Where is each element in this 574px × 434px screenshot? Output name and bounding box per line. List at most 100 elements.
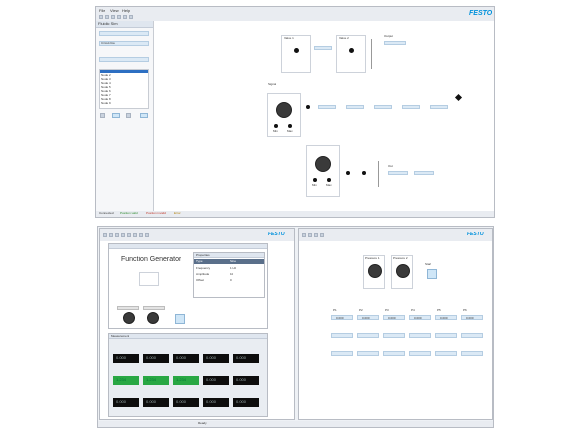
menu-view[interactable]: View: [110, 9, 119, 13]
output-field[interactable]: [384, 41, 406, 45]
lcd-value: 0.000: [116, 356, 127, 360]
port-max-icon[interactable]: [327, 178, 331, 182]
tool-icon[interactable]: [302, 233, 306, 237]
tool-icon[interactable]: [109, 233, 113, 237]
circuit-canvas[interactable]: Valve 1 Valve 2 Output Signal Min Max Mi…: [156, 21, 493, 213]
prop-value[interactable]: 0: [230, 279, 232, 282]
connector-icon[interactable]: [294, 48, 299, 53]
sidebar-tool-2[interactable]: [112, 113, 120, 118]
table-cell: [383, 333, 405, 338]
sidebar-field-1[interactable]: [99, 31, 149, 36]
lcd-readout: 0.000: [143, 354, 169, 363]
input-field-5[interactable]: [430, 105, 448, 109]
pressure-dial-2-icon[interactable]: [396, 264, 410, 278]
lcd-readout-active: 1.234: [173, 376, 199, 385]
valve-block-2[interactable]: Valve 2: [336, 35, 366, 73]
input-field-2[interactable]: [346, 105, 364, 109]
prop-value[interactable]: Sine: [230, 260, 236, 263]
tool-icon[interactable]: [115, 233, 119, 237]
connector-icon[interactable]: [362, 171, 366, 175]
toolbar-open-icon[interactable]: [105, 15, 109, 19]
fg-apply-button[interactable]: [175, 314, 185, 324]
generator-block-2[interactable]: Min Max: [306, 145, 340, 197]
tool-icon[interactable]: [314, 233, 318, 237]
list-item-selected[interactable]: [100, 70, 148, 73]
list-item[interactable]: Node 2: [101, 74, 111, 77]
toolbar-save-icon[interactable]: [111, 15, 115, 19]
port-min-icon[interactable]: [274, 124, 278, 128]
status-item: Position invalid: [146, 212, 167, 215]
prop-value[interactable]: 10: [230, 273, 233, 276]
output-field-3[interactable]: [414, 171, 434, 175]
tool-icon[interactable]: [103, 233, 107, 237]
connector-icon[interactable]: [349, 48, 354, 53]
dial-knob-icon[interactable]: [276, 102, 292, 118]
list-item[interactable]: Node 3: [101, 78, 111, 81]
lcd-window[interactable]: Measurement 0.000 0.000 0.000 0.000 0.00…: [108, 333, 268, 417]
knob-min-label: Min: [273, 130, 278, 133]
sidebar-tool-3-icon[interactable]: [126, 113, 131, 118]
list-item[interactable]: Node 9: [101, 102, 111, 105]
prop-header: Properties: [194, 253, 264, 258]
tool-icon[interactable]: [145, 233, 149, 237]
list-item[interactable]: Node 7: [101, 94, 111, 97]
signal-field-1[interactable]: [314, 46, 332, 50]
signal-generator-block[interactable]: Min Max: [267, 93, 301, 137]
tool-icon[interactable]: [308, 233, 312, 237]
tool-icon[interactable]: [133, 233, 137, 237]
list-item[interactable]: Node 8: [101, 98, 111, 101]
status-item: Connected: [99, 212, 114, 215]
prop-value[interactable]: 1 Hz: [230, 267, 236, 270]
toolbar-new-icon[interactable]: [99, 15, 103, 19]
tool-icon[interactable]: [320, 233, 324, 237]
sidebar-field-3[interactable]: [99, 57, 149, 62]
knob-max-label: Max: [287, 130, 293, 133]
menu-file[interactable]: File: [99, 9, 105, 13]
lcd-value: 1.234: [116, 378, 127, 382]
list-item[interactable]: Node 4: [101, 82, 111, 85]
pressure-dial-1-icon[interactable]: [368, 264, 382, 278]
cell-value: 0.000: [466, 317, 474, 320]
sidebar-title: Fluidic Sim: [98, 22, 118, 26]
connector-icon[interactable]: [306, 105, 310, 109]
input-field-1[interactable]: [318, 105, 336, 109]
cell-value: 0.000: [414, 317, 422, 320]
brand-logo: FESTO: [467, 232, 484, 237]
port-max-icon[interactable]: [288, 124, 292, 128]
fg-dial-b-icon[interactable]: [147, 312, 159, 324]
block-label: Signal: [268, 83, 277, 86]
function-generator-window[interactable]: Function Generator Properties Type Sine …: [108, 243, 268, 329]
tool-icon[interactable]: [121, 233, 125, 237]
fg-titlebar[interactable]: [109, 244, 267, 249]
tool-icon[interactable]: [139, 233, 143, 237]
status-bar: Connected Position valid Position invali…: [96, 211, 494, 217]
toolbar-run-icon[interactable]: [129, 15, 133, 19]
fg-preview: [139, 272, 159, 286]
sidebar-tool-4[interactable]: [140, 113, 148, 118]
valve-block-1[interactable]: Valve 1: [281, 35, 311, 73]
toolbar-undo-icon[interactable]: [117, 15, 121, 19]
list-item[interactable]: Node 6: [101, 90, 111, 93]
fg-title: Function Generator: [121, 256, 182, 263]
menu-help[interactable]: Help: [122, 9, 130, 13]
input-field-3[interactable]: [374, 105, 392, 109]
output-field-2[interactable]: [388, 171, 408, 175]
list-item[interactable]: Node 5: [101, 86, 111, 89]
lcd-readout-active: 1.234: [113, 376, 139, 385]
prop-title: Properties: [196, 254, 210, 257]
port-min-icon[interactable]: [313, 178, 317, 182]
lcd-value: 0.000: [116, 400, 127, 404]
tool-icon[interactable]: [127, 233, 131, 237]
diamond-node-icon[interactable]: [454, 93, 463, 102]
sidebar-field-2[interactable]: Circuit.fsw: [99, 41, 149, 46]
fg-dial-a-icon[interactable]: [123, 312, 135, 324]
table-cell: 0.000: [357, 315, 379, 320]
connector-icon[interactable]: [346, 171, 350, 175]
lcd-titlebar[interactable]: Measurement: [109, 334, 267, 339]
knob-label: Pressure 1: [365, 257, 380, 260]
toolbar-redo-icon[interactable]: [123, 15, 127, 19]
dial-knob-icon[interactable]: [315, 156, 331, 172]
sidebar-tool-1-icon[interactable]: [100, 113, 105, 118]
start-button[interactable]: [427, 269, 437, 279]
input-field-4[interactable]: [402, 105, 420, 109]
